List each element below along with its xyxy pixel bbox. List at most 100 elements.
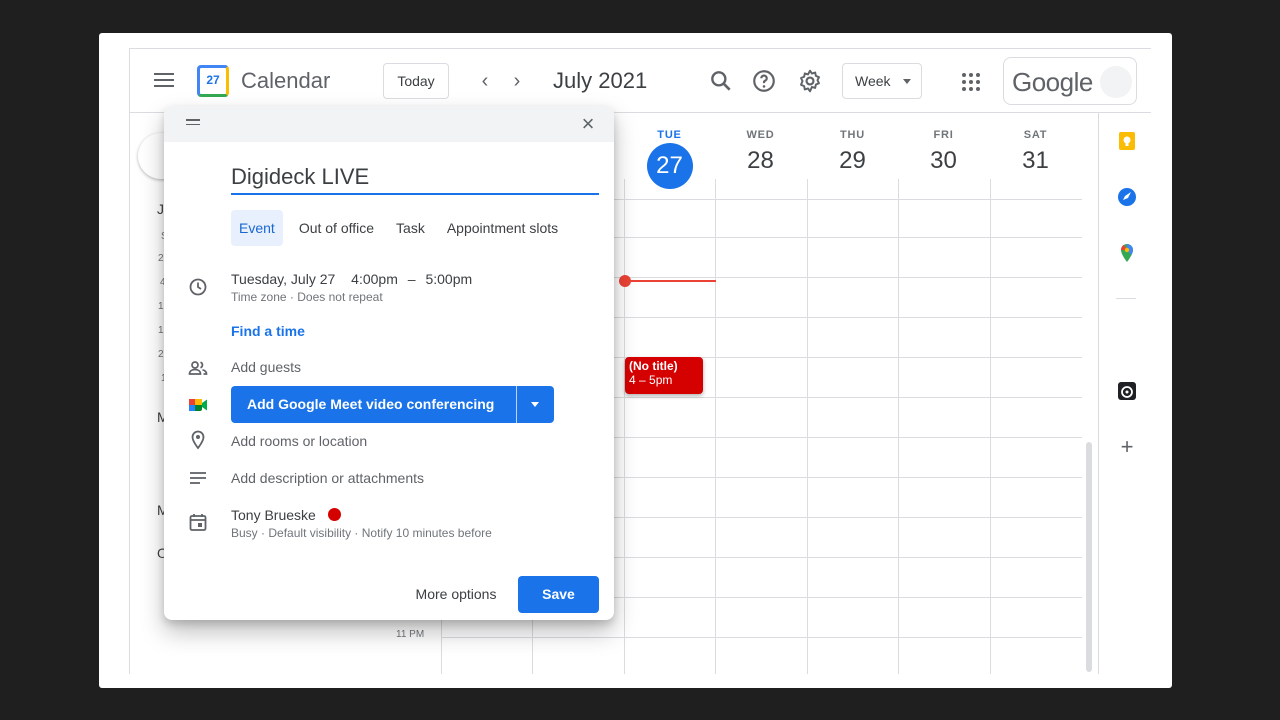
add-description-field[interactable]: Add description or attachments: [231, 470, 424, 486]
month-title: July 2021: [553, 68, 648, 93]
split-divider: [516, 386, 517, 423]
mini-date[interactable]: 2: [158, 253, 164, 264]
scrollbar[interactable]: [1086, 442, 1092, 672]
app-title: Calendar: [241, 68, 331, 93]
tab-task[interactable]: Task: [388, 210, 433, 246]
event-end-time[interactable]: 5:00pm: [425, 271, 472, 287]
drag-handle-icon[interactable]: [186, 119, 200, 127]
event-datetime[interactable]: Tuesday, July 27 4:00pm – 5:00pm: [231, 271, 472, 287]
day-of-week: WED: [746, 129, 775, 141]
panel-divider: [1116, 298, 1136, 299]
tab-out-of-office[interactable]: Out of office: [291, 210, 382, 246]
grid-column-line: [624, 179, 625, 674]
close-icon[interactable]: ×: [578, 113, 598, 135]
chevron-left-icon[interactable]: ‹: [473, 69, 497, 93]
day-number[interactable]: 27: [646, 143, 693, 189]
view-select-label: Week: [855, 73, 891, 89]
maps-icon[interactable]: [1117, 243, 1137, 263]
day-number[interactable]: 31: [990, 147, 1081, 175]
add-location-field[interactable]: Add rooms or location: [231, 433, 367, 449]
tab-appointment-slots[interactable]: Appointment slots: [439, 210, 566, 246]
view-select[interactable]: Week: [842, 63, 922, 99]
event-start-time[interactable]: 4:00pm: [351, 271, 398, 287]
tab-event[interactable]: Event: [231, 210, 283, 246]
grid-row-line: [442, 637, 1082, 638]
repeat-setting[interactable]: Does not repeat: [297, 290, 382, 304]
mini-date[interactable]: 1: [158, 325, 164, 336]
visibility-setting[interactable]: Default visibility: [268, 526, 351, 540]
account-switcher[interactable]: Google: [1003, 57, 1137, 105]
calendar-logo-icon[interactable]: 27: [197, 65, 229, 97]
avatar[interactable]: [1100, 66, 1132, 98]
google-meet-icon: [189, 399, 207, 411]
day-header-fri[interactable]: FRI 30: [898, 129, 989, 175]
calendar-owner-icon: [189, 514, 207, 531]
tasks-icon[interactable]: [1117, 187, 1137, 207]
apps-grid-icon[interactable]: [962, 73, 980, 91]
event-chip[interactable]: (No title) 4 – 5pm: [625, 357, 703, 394]
current-time-line: [625, 280, 716, 282]
event-status-details: Busy · Default visibility · Notify 10 mi…: [231, 526, 492, 540]
add-meet-conferencing-button[interactable]: Add Google Meet video conferencing: [231, 386, 554, 423]
main-menu-icon[interactable]: [154, 73, 174, 89]
caret-down-icon[interactable]: [531, 402, 539, 407]
event-date[interactable]: Tuesday, July 27: [231, 271, 335, 287]
notification-setting[interactable]: Notify 10 minutes before: [362, 526, 492, 540]
time-separator: –: [407, 271, 416, 287]
description-icon: [190, 472, 206, 484]
mini-date[interactable]: 1: [158, 301, 164, 312]
event-quick-create-dialog: × Event Out of office Task Appointment s…: [164, 106, 614, 620]
grid-column-line: [898, 179, 899, 674]
caret-down-icon: [903, 79, 911, 84]
day-number[interactable]: 29: [807, 147, 898, 175]
day-of-week: THU: [839, 129, 865, 141]
hour-label: 11 PM: [396, 629, 425, 640]
save-button[interactable]: Save: [518, 576, 599, 613]
chevron-right-icon[interactable]: ›: [505, 69, 529, 93]
gear-icon[interactable]: [797, 68, 823, 94]
event-datetime-details: Time zone · Does not repeat: [231, 290, 383, 304]
today-button[interactable]: Today: [383, 63, 449, 99]
find-a-time-link[interactable]: Find a time: [231, 323, 305, 339]
current-time-dot: [619, 275, 631, 287]
mini-month-title: J: [157, 201, 164, 217]
side-panel: + ›: [1098, 113, 1151, 674]
day-number[interactable]: 30: [898, 147, 989, 175]
calendar-owner[interactable]: Tony Brueske: [231, 507, 316, 523]
addon-icon[interactable]: [1117, 381, 1137, 401]
google-brand: Google: [1012, 67, 1093, 97]
search-icon[interactable]: [708, 68, 734, 94]
grid-column-line: [807, 179, 808, 674]
clock-icon: [189, 278, 207, 296]
day-of-week: SAT: [1023, 129, 1048, 141]
day-of-week: FRI: [933, 129, 954, 141]
day-number[interactable]: 28: [715, 147, 806, 175]
meet-button-label: Add Google Meet video conferencing: [247, 396, 495, 412]
calendar-color-dot[interactable]: [328, 508, 341, 521]
day-header-tue[interactable]: TUE 27: [624, 129, 715, 189]
day-header-sat[interactable]: SAT 31: [990, 129, 1081, 175]
add-addon-icon[interactable]: +: [1117, 436, 1137, 458]
top-app-bar: 27 Calendar Today ‹ › July 2021 Week Goo…: [130, 49, 1151, 113]
help-icon[interactable]: [751, 68, 777, 94]
availability-setting[interactable]: Busy: [231, 526, 258, 540]
day-header-wed[interactable]: WED 28: [715, 129, 806, 175]
time-zone-link[interactable]: Time zone: [231, 290, 287, 304]
more-options-button[interactable]: More options: [406, 576, 506, 612]
grid-column-line: [990, 179, 991, 674]
add-guests-field[interactable]: Add guests: [231, 359, 301, 375]
event-title-input[interactable]: [231, 161, 599, 195]
day-header-thu[interactable]: THU 29: [807, 129, 898, 175]
location-pin-icon: [191, 430, 205, 450]
day-of-week: TUE: [657, 129, 682, 141]
mini-date[interactable]: 2: [158, 349, 164, 360]
logo-date: 27: [206, 73, 220, 87]
event-time: 4 – 5pm: [629, 373, 673, 387]
separator-dot: ·: [354, 526, 362, 540]
dialog-drag-bar[interactable]: ×: [164, 106, 614, 142]
keep-icon[interactable]: [1117, 131, 1137, 151]
guests-icon: [188, 361, 208, 375]
event-type-tabs: Event Out of office Task Appointment slo…: [231, 210, 566, 246]
grid-column-line: [715, 179, 716, 674]
event-title: (No title): [629, 359, 678, 373]
